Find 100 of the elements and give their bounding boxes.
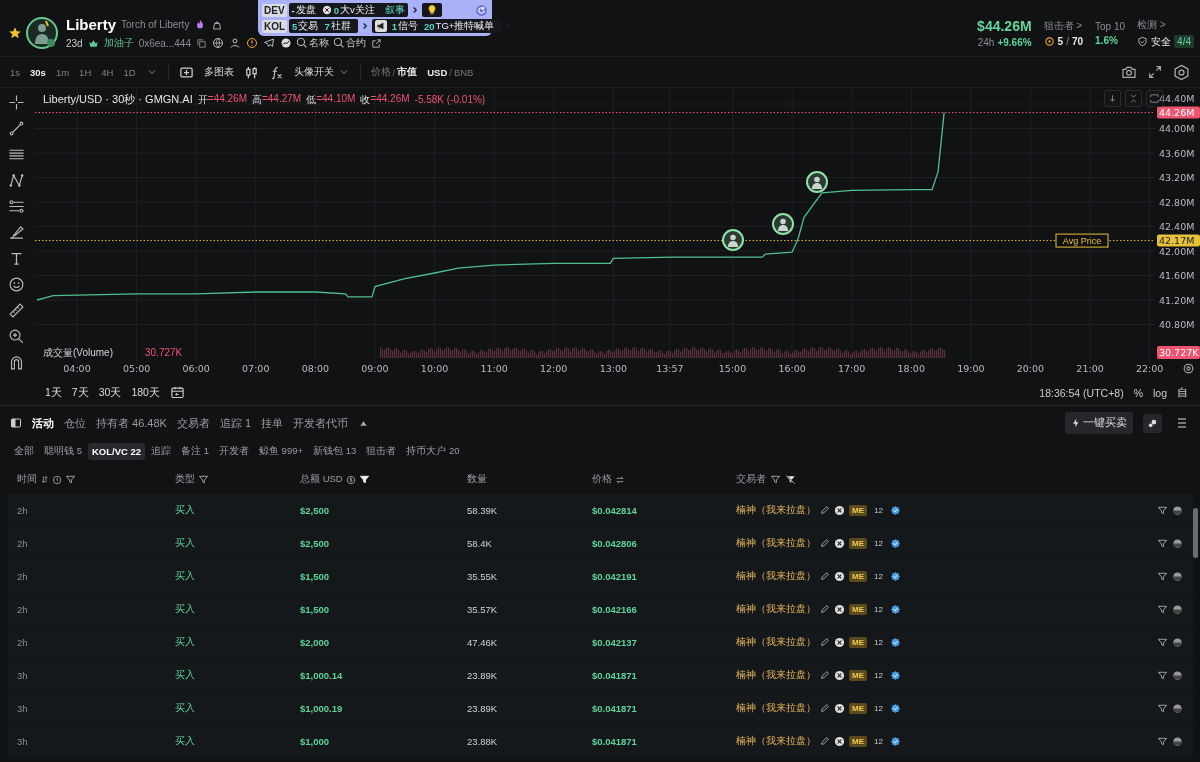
pattern-icon[interactable]: [7, 172, 25, 189]
person-icon[interactable]: [228, 37, 241, 49]
filter-chip[interactable]: 全部: [10, 441, 38, 461]
table-row[interactable]: 3h 买入 $1,000.19 23.89K $0.041871 楠神（我来拉盘） ME 12: [8, 692, 1193, 725]
filter-chip[interactable]: 聪明钱 5: [40, 441, 86, 461]
audit-label[interactable]: 检测 >: [1137, 17, 1194, 32]
add-chart-icon[interactable]: [178, 64, 194, 80]
panel-tab[interactable]: 持有者 46.48K: [96, 415, 167, 431]
table-row[interactable]: 3h 买入 $1,000 23.88K $0.041871 楠神（我来拉盘） ME 12: [8, 725, 1193, 758]
trader-name[interactable]: 楠神（我来拉盘）: [736, 602, 816, 616]
candles-icon[interactable]: [243, 64, 259, 80]
wallet-icon[interactable]: [1172, 636, 1183, 648]
column-header[interactable]: 总额 USD: [300, 473, 343, 486]
wallet-icon[interactable]: [1172, 702, 1183, 714]
table-row[interactable]: 3h 买入 $1,000.14 23.89K $0.041871 楠神（我来拉盘） ME 12: [8, 659, 1193, 692]
edit-icon[interactable]: [820, 604, 830, 614]
column-header[interactable]: 类型: [175, 473, 195, 486]
trader-name[interactable]: 楠神（我来拉盘）: [736, 569, 816, 583]
sidebar-toggle-icon[interactable]: [10, 417, 22, 429]
filter-chip[interactable]: 新钱包 13: [309, 441, 361, 461]
currency-option[interactable]: USD: [427, 66, 448, 78]
scrollbar[interactable]: [1193, 508, 1198, 558]
trader-name[interactable]: 楠神（我来拉盘）: [736, 701, 816, 715]
panel-tab[interactable]: 交易者: [176, 415, 210, 431]
search-link[interactable]: 名称: [296, 36, 329, 50]
scale-option[interactable]: %: [1133, 386, 1143, 399]
trader-name[interactable]: 楠神（我来拉盘）: [736, 635, 816, 649]
x-circle-icon[interactable]: [834, 636, 845, 648]
kol-stats-pill[interactable]: 5交易 7社群: [289, 19, 358, 33]
avatar-toggle-dropdown[interactable]: 头像开关: [293, 65, 350, 79]
trade-avatar-marker[interactable]: [772, 213, 794, 235]
settings-icon[interactable]: [1173, 63, 1190, 81]
column-header[interactable]: 交易者: [736, 473, 766, 486]
panel-tab[interactable]: 活动: [32, 415, 54, 431]
column-header[interactable]: 价格: [592, 473, 612, 486]
range-button[interactable]: 1天: [45, 385, 62, 400]
trade-avatar-marker[interactable]: [722, 229, 744, 251]
quick-trade-button[interactable]: 一键买卖: [1065, 412, 1133, 434]
bubbles-button[interactable]: [1143, 413, 1162, 433]
filter-icon[interactable]: [770, 474, 781, 485]
search-link[interactable]: 合约: [333, 36, 366, 50]
display-mode-option[interactable]: 市值: [397, 65, 418, 79]
x-circle-icon[interactable]: [834, 669, 845, 681]
filter-chip[interactable]: 开发者: [215, 441, 253, 461]
scale-option[interactable]: log: [1153, 386, 1167, 399]
zoom-in-icon[interactable]: [7, 328, 25, 345]
ruler-icon[interactable]: [7, 302, 25, 319]
trader-name[interactable]: 楠神（我来拉盘）: [736, 503, 816, 517]
camera-icon[interactable]: [1121, 64, 1137, 80]
filter-off-icon[interactable]: [785, 474, 796, 485]
table-row[interactable]: 2h 买入 $1,500 35.55K $0.042191 楠神（我来拉盘） ME 12: [8, 560, 1193, 593]
fullscreen-icon[interactable]: [1147, 64, 1163, 80]
date-range-icon[interactable]: [169, 385, 185, 400]
wallet-icon[interactable]: [1172, 504, 1183, 516]
snipers-label[interactable]: 狙击者 >: [1043, 19, 1084, 33]
x-circle-icon[interactable]: [834, 702, 845, 714]
trader-name[interactable]: 楠神（我来拉盘）: [736, 734, 816, 748]
filter-chip[interactable]: 持币大户 20: [402, 441, 464, 461]
interval-button[interactable]: 30s: [30, 66, 46, 78]
currency-option[interactable]: BNB: [453, 66, 474, 78]
table-row[interactable]: 2h 买入 $2,000 47.46K $0.042137 楠神（我来拉盘） ME 12: [8, 626, 1193, 659]
panel-tab[interactable]: 追踪 1: [219, 415, 252, 431]
signal-stats-pill[interactable]: 1信号 20TG+推特喊单: [371, 19, 502, 33]
x-circle-icon[interactable]: [834, 570, 845, 582]
refresh-icon[interactable]: [475, 3, 488, 17]
filter-icon[interactable]: [1157, 504, 1168, 516]
range-button[interactable]: 30天: [98, 385, 122, 400]
trend-line-icon[interactable]: [7, 120, 25, 137]
edit-icon[interactable]: [820, 538, 830, 548]
filter-chip[interactable]: 追踪: [147, 441, 176, 461]
trade-avatar-marker[interactable]: [806, 171, 828, 193]
scale-option[interactable]: 自: [1177, 385, 1188, 400]
interval-button[interactable]: 4H: [101, 66, 114, 78]
filter-chip[interactable]: KOL/VC 22: [87, 442, 146, 460]
edit-icon[interactable]: [820, 703, 830, 713]
display-mode-option[interactable]: 价格: [370, 65, 391, 79]
trader-name[interactable]: 楠神（我来拉盘）: [736, 536, 816, 550]
filter-icon[interactable]: [1157, 702, 1168, 714]
copy-icon[interactable]: [195, 37, 207, 49]
range-button[interactable]: 180天: [131, 385, 160, 400]
clock-icon[interactable]: [52, 474, 62, 485]
wallet-icon[interactable]: [1172, 735, 1183, 747]
x-circle-icon[interactable]: [834, 735, 845, 747]
collapse-button[interactable]: [1125, 90, 1142, 107]
table-row[interactable]: 2h 买入 $2,500 58.4K $0.042806 楠神（我来拉盘） ME 12: [8, 527, 1193, 560]
column-header[interactable]: 时间: [17, 473, 37, 486]
multi-chart-button[interactable]: 多图表: [203, 65, 234, 79]
filter-chip[interactable]: 备注 1: [177, 441, 213, 461]
panel-tab[interactable]: 仓位: [64, 415, 86, 431]
smiley-icon[interactable]: [7, 276, 25, 293]
bulb-button[interactable]: [421, 3, 442, 17]
filter-icon[interactable]: [1157, 603, 1168, 615]
edit-icon[interactable]: [820, 571, 830, 581]
wallet-icon[interactable]: [1172, 603, 1183, 615]
panel-tab[interactable]: 开发者代币: [293, 415, 349, 431]
filter-icon[interactable]: [1157, 636, 1168, 648]
filter-chip[interactable]: 狙击者: [362, 441, 401, 461]
star-icon[interactable]: [8, 26, 22, 40]
filter-icon[interactable]: [1157, 669, 1168, 681]
edit-icon[interactable]: [820, 736, 830, 746]
